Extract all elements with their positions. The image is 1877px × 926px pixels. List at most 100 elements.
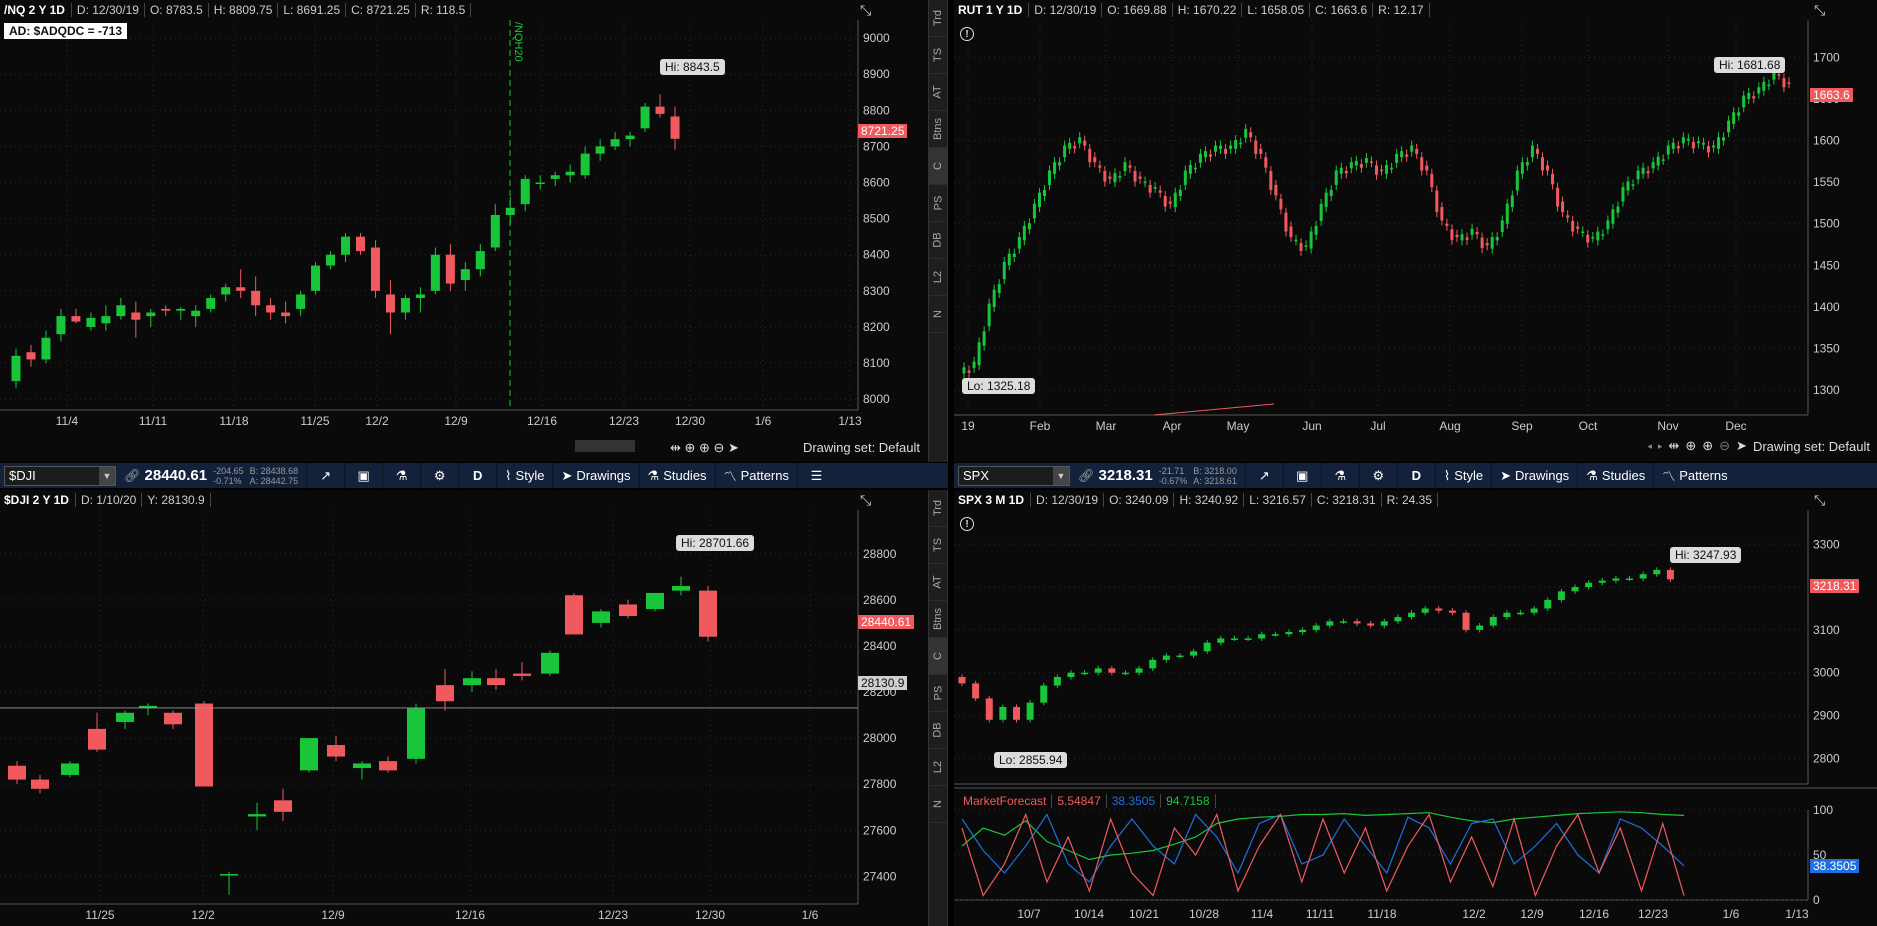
candle-body: [1230, 638, 1238, 640]
period-button[interactable]: D: [458, 462, 496, 489]
studies-button[interactable]: ⚗ Studies: [1577, 462, 1653, 489]
studies-button[interactable]: ⚗ Studies: [638, 462, 715, 489]
side-tab-ps-2[interactable]: PS: [929, 675, 947, 712]
candle-body: [699, 590, 717, 637]
candle-body: [1517, 612, 1525, 615]
chevron-down-icon[interactable]: ▼: [99, 466, 115, 485]
candle-body: [1757, 87, 1761, 94]
candle-body: [1285, 632, 1293, 635]
candle-body: [1284, 212, 1288, 232]
spx-expand-icon[interactable]: ⤡: [1814, 492, 1832, 510]
candle-body: [1217, 638, 1225, 643]
style-button[interactable]: ⌇ Style: [1434, 462, 1491, 489]
rut-zoom-out-icon[interactable]: ⊖: [1719, 438, 1730, 454]
candle-body: [1002, 261, 1006, 280]
nq-expand-icon[interactable]: ⤡: [860, 2, 878, 20]
side-tab-btns-2[interactable]: Btns: [929, 601, 947, 638]
flask-icon[interactable]: ⚗: [382, 462, 420, 489]
candle-body: [1671, 142, 1675, 149]
rut-last-price-tag: 1663.6: [1810, 88, 1853, 102]
forecast-blue-line: [961, 813, 1685, 883]
candle-body: [1435, 190, 1439, 213]
drawings-button[interactable]: ➤ Drawings: [552, 462, 638, 489]
dji-symbol-select[interactable]: $DJI ▼: [4, 465, 116, 486]
patterns-button[interactable]: 〽 Patterns: [714, 462, 797, 489]
rut-alert-icon[interactable]: !: [960, 27, 974, 41]
quote-icon[interactable]: ▣: [344, 462, 382, 489]
candle-body: [300, 738, 318, 771]
rut-expand-time-icon[interactable]: ⇹: [1668, 438, 1679, 454]
quote-icon[interactable]: ▣: [1282, 462, 1321, 489]
plot-area: [0, 20, 858, 410]
nq-chart-panel[interactable]: /NQ 2 Y 1D D: 12/30/19 O: 8783.5 H: 8809…: [0, 0, 928, 462]
spx-hi-label: Hi: 3247.93: [1670, 547, 1742, 563]
side-tab-db-2[interactable]: DB: [929, 712, 947, 749]
nq-last-price-tag: 8721.25: [858, 124, 908, 138]
rut-chart-panel[interactable]: RUT 1 Y 1D D: 12/30/19 O: 1669.88 H: 167…: [954, 0, 1877, 462]
candle-body: [206, 298, 216, 309]
side-tab-trd-2[interactable]: Trd: [929, 490, 947, 527]
side-tab-ps[interactable]: PS: [929, 185, 947, 222]
side-tab-ts-2[interactable]: TS: [929, 527, 947, 564]
candle-body: [1395, 153, 1399, 163]
share-icon[interactable]: ↗: [1244, 462, 1283, 489]
drawings-button[interactable]: ➤ Drawings: [1491, 462, 1577, 489]
nq-side-tabs: Trd TS AT Btns C PS DB L2 N: [928, 0, 948, 462]
spx-chart-panel[interactable]: SPX 3 M 1D D: 12/30/19 O: 3240.09 H: 324…: [954, 490, 1877, 926]
rut-drawing-set-label[interactable]: Drawing set: Default: [1753, 439, 1870, 454]
dji-expand-icon[interactable]: ⤡: [860, 492, 878, 510]
flask-icon[interactable]: ⚗: [1320, 462, 1359, 489]
patterns-button[interactable]: 〽 Patterns: [1653, 462, 1735, 489]
y-tick-label: 8700: [863, 139, 890, 153]
chevron-down-icon[interactable]: ▼: [1053, 466, 1069, 485]
candle-body: [116, 712, 134, 722]
candle-body: [1093, 157, 1097, 163]
side-tab-at-2[interactable]: AT: [929, 564, 947, 601]
side-tab-at[interactable]: AT: [929, 74, 947, 111]
side-tab-db[interactable]: DB: [929, 222, 947, 259]
rut-cursor-icon[interactable]: ➤: [1736, 438, 1747, 454]
side-tab-trd[interactable]: Trd: [929, 0, 947, 37]
y-tick-label: 8300: [863, 284, 890, 298]
side-tab-c[interactable]: C: [929, 148, 947, 185]
candle-body: [1037, 192, 1041, 208]
cursor-icon: ➤: [561, 467, 573, 483]
rut-expand-icon[interactable]: ⤡: [1814, 2, 1832, 20]
side-tab-btns[interactable]: Btns: [929, 111, 947, 148]
candle-body: [1400, 151, 1404, 158]
link-icon[interactable]: 🔗︎: [1078, 468, 1095, 484]
rut-scroll-left-icon[interactable]: ◂: [1647, 441, 1652, 452]
side-tab-l2-2[interactable]: L2: [929, 749, 947, 786]
side-tab-l2[interactable]: L2: [929, 259, 947, 296]
rut-scroll-right-icon[interactable]: ▸: [1658, 441, 1663, 452]
share-icon[interactable]: ↗: [306, 462, 344, 489]
candle-body: [266, 305, 276, 313]
candle-body: [1462, 612, 1470, 630]
candle-body: [1329, 189, 1333, 197]
candle-body: [1440, 207, 1444, 221]
side-tab-ts[interactable]: TS: [929, 37, 947, 74]
link-icon[interactable]: 🔗︎: [124, 468, 141, 484]
style-button[interactable]: ⌇ Style: [496, 462, 552, 489]
spx-alert-icon[interactable]: !: [960, 517, 974, 531]
candle-body: [1264, 157, 1268, 168]
rut-zoom-in-icon[interactable]: ⊕: [1702, 438, 1713, 454]
side-tab-c-2[interactable]: C: [929, 638, 947, 675]
gear-icon[interactable]: ⚙: [420, 462, 458, 489]
candle-body: [116, 305, 126, 317]
y-tick-label: 8800: [863, 103, 890, 117]
side-tab-n[interactable]: N: [929, 296, 947, 333]
spx-symbol-select[interactable]: SPX ▼: [958, 465, 1070, 486]
nq-price-chart[interactable]: 9000 8900 8800 8700 8600 8500 8400 8300 8200 8100…: [0, 0, 928, 462]
candle-body: [415, 294, 425, 299]
candle-body: [1344, 171, 1348, 174]
period-button[interactable]: D: [1396, 462, 1435, 489]
study-name[interactable]: MarketForecast: [958, 794, 1053, 808]
dji-chart-panel[interactable]: $DJI 2 Y 1D D: 1/10/20 Y: 28130.9 28800 2…: [0, 490, 928, 926]
rut-hi-label: Hi: 1681.68: [1714, 57, 1786, 73]
gear-icon[interactable]: ⚙: [1358, 462, 1397, 489]
menu-icon[interactable]: ☰: [797, 462, 835, 489]
side-tab-n-2[interactable]: N: [929, 786, 947, 823]
rut-crosshair-icon[interactable]: ⊕: [1685, 438, 1696, 454]
dji-price-chart[interactable]: 2880028600284002820028000278002760027400…: [0, 490, 928, 926]
